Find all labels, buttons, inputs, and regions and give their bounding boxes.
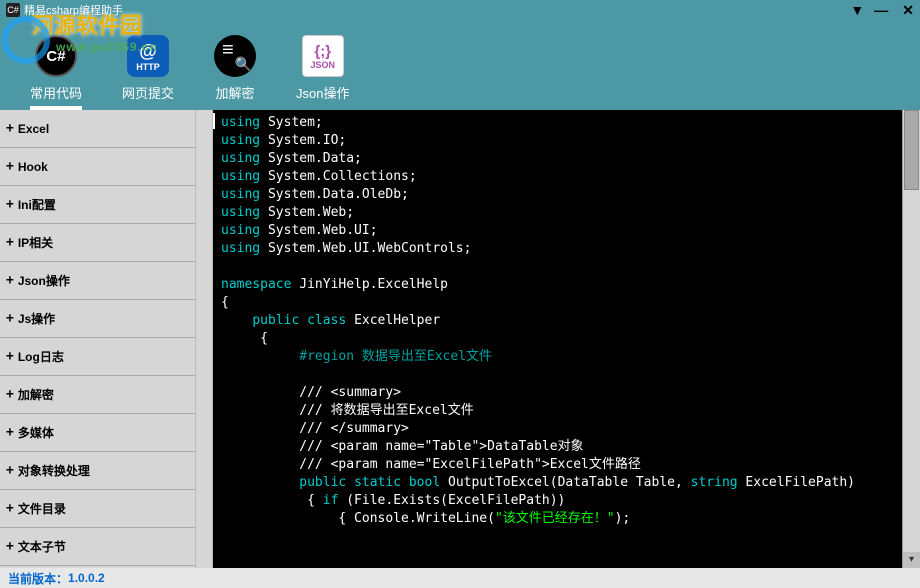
scrollbar-thumb[interactable] (904, 110, 919, 190)
scroll-down-icon[interactable]: ▾ (903, 552, 920, 568)
tab-label: 加解密 (216, 83, 255, 102)
sidebar-item-label: Ini配置 (18, 196, 56, 213)
close-button[interactable]: ✕ (902, 2, 914, 19)
csharp-icon: C# (35, 35, 77, 77)
tab-label: Json操作 (296, 83, 349, 102)
expand-icon: + (6, 387, 14, 402)
minimize-button[interactable]: — (874, 2, 888, 18)
sidebar-item-label: Json操作 (18, 272, 70, 289)
sidebar-item-label: IP相关 (18, 234, 53, 251)
sidebar-item-label: 文本子节 (18, 538, 66, 555)
json-icon: JSON (302, 35, 344, 77)
sidebar-item[interactable]: + Js操作 (0, 300, 195, 338)
app-icon: C# (6, 3, 20, 17)
tab-csharp[interactable]: C# 常用代码 (30, 35, 82, 110)
expand-icon: + (6, 197, 14, 212)
http-icon: HTTP (127, 35, 169, 77)
sidebar-item-label: Js操作 (18, 310, 55, 327)
sidebar-item[interactable]: + 文本子节 (0, 528, 195, 566)
version-number: 1.0.0.2 (68, 571, 105, 585)
tab-json[interactable]: JSON Json操作 (296, 35, 349, 110)
expand-icon: + (6, 235, 14, 250)
toolbar: C# 常用代码 HTTP 网页提交 加解密 JSON Json操作 (0, 20, 920, 110)
tab-http[interactable]: HTTP 网页提交 (122, 35, 174, 110)
sidebar-item[interactable]: + Hook (0, 148, 195, 186)
sidebar-item[interactable]: + Excel (0, 110, 195, 148)
menu-icon[interactable]: ▼ (850, 2, 860, 18)
expand-icon: + (6, 159, 14, 174)
expand-icon: + (6, 463, 14, 478)
sidebar-item-label: 对象转换处理 (18, 462, 90, 479)
sidebar-item-label: Hook (18, 160, 48, 174)
expand-icon: + (6, 425, 14, 440)
sidebar: + Excel + Hook + Ini配置 + IP相关 + Json操作 + Js操作 + Log日志… (0, 110, 195, 568)
expand-icon: + (6, 121, 14, 136)
sidebar-item-label: 多媒体 (18, 424, 54, 441)
tab-label: 网页提交 (122, 83, 174, 102)
sidebar-item-label: 加解密 (18, 386, 54, 403)
expand-icon: + (6, 501, 14, 516)
title-bar: C# 精易csharp编程助手 ▼ — ✕ (0, 0, 920, 20)
sidebar-item[interactable]: + Json操作 (0, 262, 195, 300)
editor-scrollbar[interactable]: ▾ (902, 110, 920, 568)
expand-icon: + (6, 273, 14, 288)
sidebar-item[interactable]: + Log日志 (0, 338, 195, 376)
sidebar-item[interactable]: + IP相关 (0, 224, 195, 262)
expand-icon: + (6, 539, 14, 554)
status-bar: 当前版本： 1.0.0.2 (0, 568, 920, 588)
tab-crypt[interactable]: 加解密 (214, 35, 256, 110)
expand-icon: + (6, 349, 14, 364)
sidebar-item[interactable]: + 多媒体 (0, 414, 195, 452)
sidebar-scrollbar[interactable] (195, 110, 213, 568)
code-editor[interactable]: using System; using System.IO; using Sys… (213, 110, 902, 568)
sidebar-item-label: Excel (18, 122, 49, 136)
tab-label: 常用代码 (30, 83, 82, 102)
sidebar-item[interactable]: + 加解密 (0, 376, 195, 414)
sidebar-item[interactable]: + 文件目录 (0, 490, 195, 528)
window-title: 精易csharp编程助手 (24, 2, 123, 18)
sidebar-item-label: Log日志 (18, 348, 64, 365)
sidebar-item-label: 文件目录 (18, 500, 66, 517)
expand-icon: + (6, 311, 14, 326)
crypt-icon (214, 35, 256, 77)
sidebar-item[interactable]: + 对象转换处理 (0, 452, 195, 490)
sidebar-item[interactable]: + Ini配置 (0, 186, 195, 224)
version-label: 当前版本： (8, 570, 68, 587)
